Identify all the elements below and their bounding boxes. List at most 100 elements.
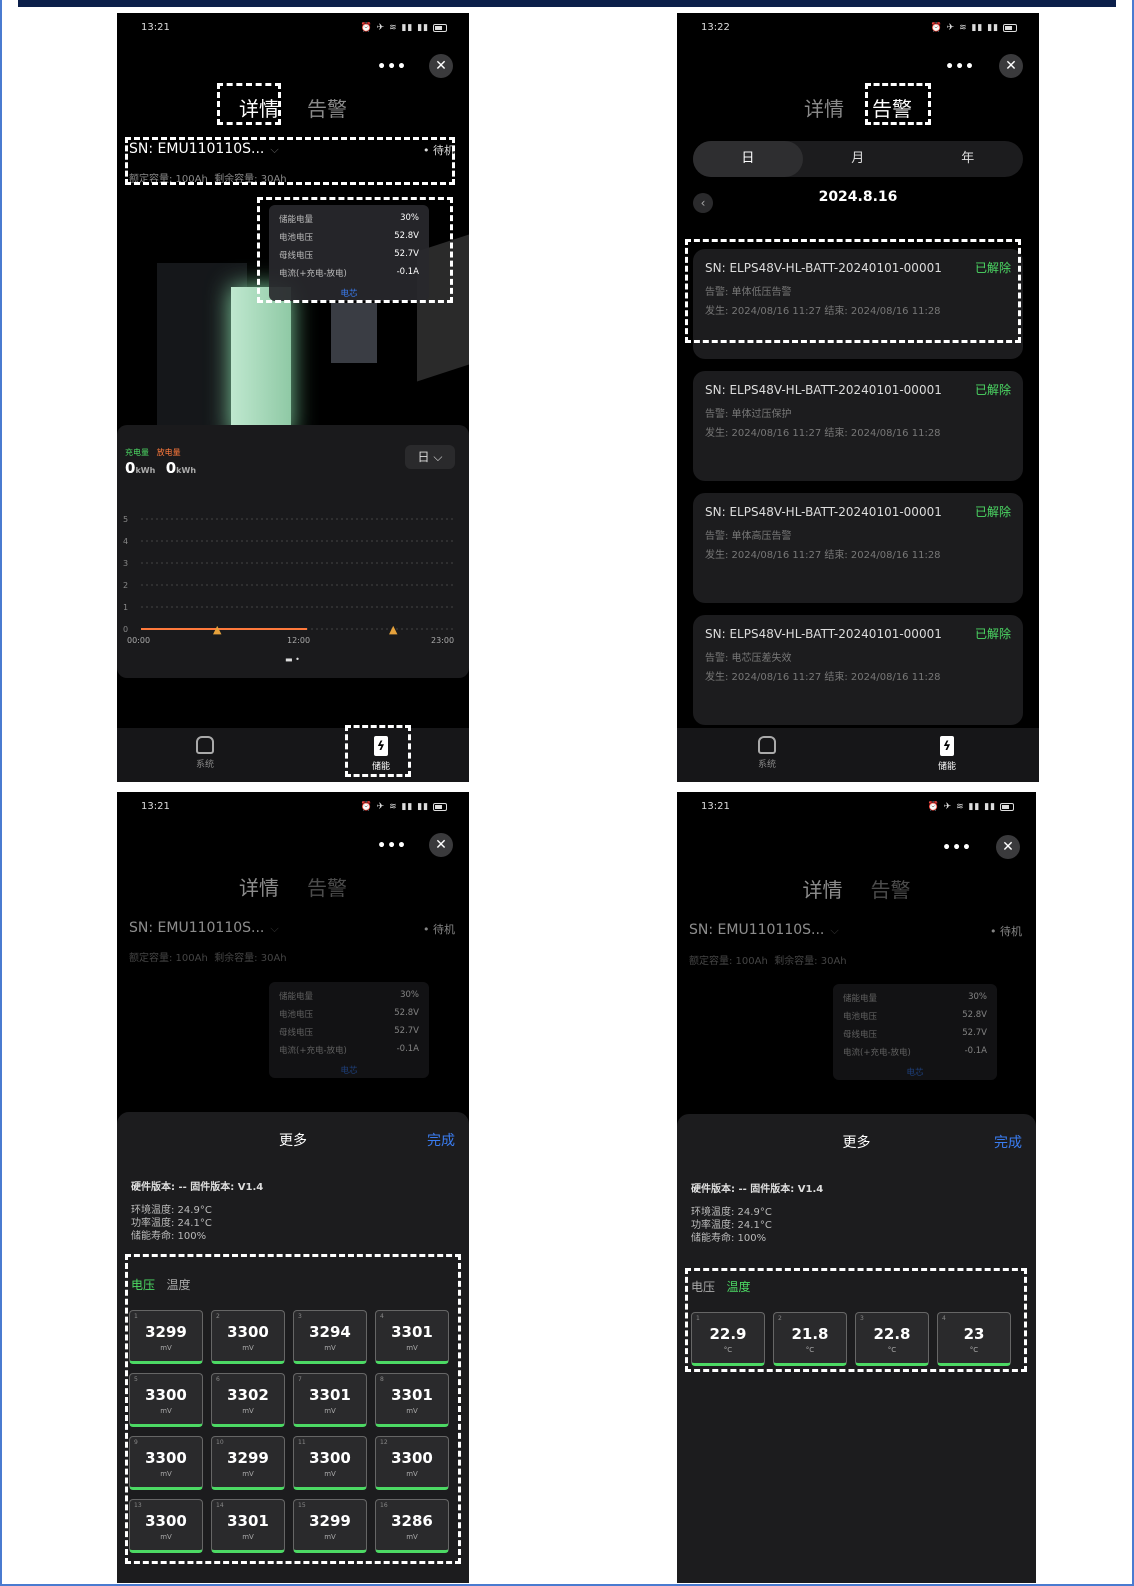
- more-menu-icon[interactable]: •••: [377, 59, 407, 75]
- sheet-title: 更多: [279, 1133, 307, 1149]
- pager-dots: ▬ •: [285, 655, 300, 664]
- close-icon[interactable]: ✕: [429, 54, 453, 78]
- y-tick-label: 5: [123, 515, 128, 524]
- discharge-label: 放电量: [156, 448, 181, 457]
- phone-more-temperature: 13:21 ⏰ ✈ ≋ ▮▮ ▮▮ ••• ✕ 详情 告警 SN: EMU11011…: [677, 792, 1036, 1583]
- metric-label: 母线电压: [279, 1028, 314, 1038]
- metric-label: 电流(+充电-放电): [843, 1048, 911, 1058]
- energy-chart: 5 4 3 2 1 0 00:00 12:00 23:00 ▲ ▲: [123, 515, 454, 645]
- status-time: 13:22: [701, 22, 730, 33]
- bottom-nav: 系统 ϟ 储能: [677, 728, 1039, 782]
- event-marker-icon: ▲: [389, 623, 398, 636]
- metric-row: 电池电压 52.8V: [279, 1008, 419, 1026]
- cell-link[interactable]: 电芯: [279, 1064, 419, 1076]
- metric-value: 52.8V: [962, 1010, 987, 1020]
- nav-storage[interactable]: ϟ 储能: [917, 736, 977, 772]
- tab-details[interactable]: 详情: [239, 872, 279, 901]
- charge-value: 0: [125, 459, 136, 477]
- y-tick-label: 4: [123, 537, 128, 546]
- more-menu-icon[interactable]: •••: [945, 59, 975, 75]
- cell-link[interactable]: 电芯: [843, 1066, 987, 1078]
- alarm-sn: SN: ELPS48V-HL-BATT-20240101-00001: [705, 505, 942, 519]
- alarm-type: 告警: 单体过压保护: [705, 409, 792, 420]
- close-icon[interactable]: ✕: [429, 833, 453, 857]
- alarm-card[interactable]: SN: ELPS48V-HL-BATT-20240101-00001 已解除 告警:…: [693, 371, 1023, 481]
- y-tick-label: 1: [123, 603, 128, 612]
- metric-row: 电流(+充电-放电) -0.1A: [279, 1044, 419, 1062]
- done-button[interactable]: 完成: [427, 1130, 455, 1150]
- done-button[interactable]: 完成: [994, 1132, 1022, 1152]
- metrics-panel: 储能电量 30% 电池电压 52.8V 母线电压 52.7V 电流(+充电-放电) -0.1A…: [833, 984, 997, 1080]
- y-tick-label: 0: [123, 625, 128, 634]
- tab-details[interactable]: 详情: [804, 93, 844, 122]
- energy-values: 0kWh 0kWh: [125, 459, 196, 477]
- device-sn-selector[interactable]: SN: EMU110110S... ⌵: [689, 922, 839, 938]
- inverter-shape: [331, 303, 377, 363]
- alarm-card[interactable]: SN: ELPS48V-HL-BATT-20240101-00001 已解除告警:…: [693, 493, 1023, 603]
- highlight-box: [125, 1254, 461, 1564]
- device-sn-selector[interactable]: SN: EMU110110S... ⌵: [129, 920, 279, 936]
- metric-value: 30%: [400, 990, 419, 1000]
- more-menu-icon[interactable]: •••: [377, 838, 407, 854]
- rated-capacity: 额定容量: 100Ah: [689, 956, 768, 967]
- status-icons: ⏰ ✈ ≋ ▮▮ ▮▮: [361, 802, 447, 812]
- temperature-info: 环境温度: 24.9°C 功率温度: 24.1°C 储能寿命: 100%: [131, 1204, 212, 1243]
- metric-value: 52.8V: [394, 1008, 419, 1018]
- nav-system[interactable]: 系统: [175, 736, 235, 770]
- close-icon[interactable]: ✕: [996, 835, 1020, 859]
- remaining-capacity: 剩余容量: 30Ah: [774, 956, 847, 967]
- battery-glow: [231, 287, 291, 437]
- metric-value: 52.7V: [394, 1026, 419, 1036]
- tab-alarms[interactable]: 告警: [307, 872, 347, 901]
- highlight-box: [125, 137, 455, 185]
- tab-alarms[interactable]: 告警: [871, 874, 911, 903]
- more-menu-icon[interactable]: •••: [942, 840, 972, 856]
- y-tick-label: 2: [123, 581, 128, 590]
- discharge-unit: kWh: [176, 466, 197, 475]
- alarm-time: 发生: 2024/08/16 11:27 结束: 2024/08/16 11:2…: [705, 550, 941, 561]
- event-marker-icon: ▲: [213, 623, 222, 636]
- segment-year[interactable]: 年: [913, 141, 1023, 177]
- device-state: • 待机: [423, 923, 455, 936]
- nav-system[interactable]: 系统: [737, 736, 797, 770]
- tab-alarms[interactable]: 告警: [307, 93, 347, 122]
- charge-unit: kWh: [135, 466, 156, 475]
- device-state: • 待机: [990, 925, 1022, 938]
- status-bar: 13:22 ⏰ ✈ ≋ ▮▮ ▮▮: [701, 22, 1017, 36]
- storage-life: 储能寿命: 100%: [131, 1231, 207, 1242]
- metrics-panel: 储能电量 30% 电池电压 52.8V 母线电压 52.7V 电流(+充电-放电) -0.1A…: [269, 982, 429, 1078]
- alarm-status: 已解除: [974, 505, 1011, 519]
- alarm-type: 告警: 单体高压告警: [705, 531, 792, 542]
- status-bar: 13:21 ⏰ ✈ ≋ ▮▮ ▮▮: [141, 22, 447, 36]
- close-icon[interactable]: ✕: [999, 54, 1023, 78]
- segment-month[interactable]: 月: [803, 141, 913, 177]
- metric-row: 电池电压 52.8V: [843, 1010, 987, 1028]
- status-icons: ⏰ ✈ ≋ ▮▮ ▮▮: [361, 23, 447, 33]
- status-icons: ⏰ ✈ ≋ ▮▮ ▮▮: [931, 23, 1017, 33]
- chevron-down-icon: ⌵: [433, 450, 443, 464]
- metric-row: 母线电压 52.7V: [279, 1026, 419, 1044]
- period-selector[interactable]: 日 ⌵: [405, 445, 455, 469]
- metric-label: 电池电压: [279, 1010, 314, 1020]
- phone-details: 13:21 ⏰ ✈ ≋ ▮▮ ▮▮ ••• ✕ 详情 告警 SN: EMU11011…: [117, 13, 469, 782]
- energy-card: 充电量 放电量 0kWh 0kWh 日 ⌵ 5 4 3 2 1 0 00:00 12:00 23…: [117, 425, 469, 678]
- status-icons: ⏰ ✈ ≋ ▮▮ ▮▮: [928, 802, 1014, 812]
- metric-row: 母线电压 52.7V: [843, 1028, 987, 1046]
- metric-label: 储能电量: [843, 994, 878, 1004]
- alarm-sn: SN: ELPS48V-HL-BATT-20240101-00001: [705, 627, 942, 641]
- version-info: 硬件版本: -- 固件版本: V1.4: [691, 1184, 824, 1195]
- home-icon: [758, 736, 776, 754]
- tab-details[interactable]: 详情: [803, 874, 843, 903]
- alarm-status: 已解除: [974, 627, 1011, 641]
- segment-day[interactable]: 日: [693, 141, 803, 177]
- highlight-box: [217, 83, 281, 125]
- alarm-card[interactable]: SN: ELPS48V-HL-BATT-20240101-00001 已解除 告警:…: [693, 615, 1023, 725]
- phone-more-voltage: 13:21 ⏰ ✈ ≋ ▮▮ ▮▮ ••• ✕ 详情 告警 SN: EMU11011…: [117, 792, 469, 1583]
- status-time: 13:21: [701, 801, 730, 812]
- home-icon: [196, 736, 214, 754]
- remaining-capacity: 剩余容量: 30Ah: [214, 953, 287, 964]
- metric-value: -0.1A: [396, 1044, 419, 1054]
- status-time: 13:21: [141, 801, 170, 812]
- version-info: 硬件版本: -- 固件版本: V1.4: [131, 1182, 264, 1193]
- alarm-sn: SN: ELPS48V-HL-BATT-20240101-00001: [705, 383, 942, 397]
